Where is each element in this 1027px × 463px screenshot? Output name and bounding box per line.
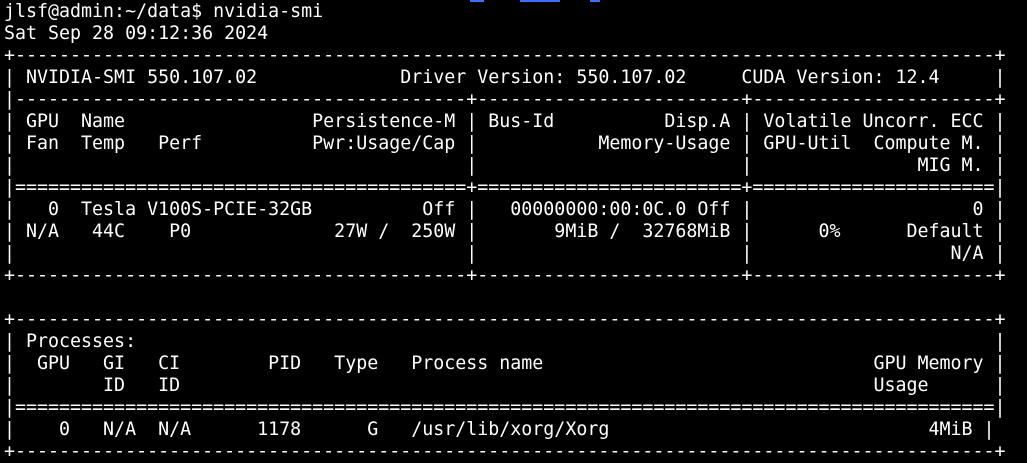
gpu-table-bottom-border: +---------------------------------------… (4, 265, 1006, 286)
process-table-header-row-1: | GPU GI CI PID Type Process name GPU Me… (4, 353, 1006, 374)
gpu-table-header-row-3: | | | MIG M. | (4, 155, 1006, 176)
gpu-table-version-row: | NVIDIA-SMI 550.107.02 Driver Version: … (4, 67, 1006, 88)
gpu-table-separator: |---------------------------------------… (4, 89, 1006, 110)
gpu-status-table: +---------------------------------------… (4, 45, 1027, 287)
process-row: | 0 N/A N/A 1178 G /usr/lib/xorg/Xorg 4M… (4, 419, 995, 440)
process-table-top-border: +---------------------------------------… (4, 309, 1006, 330)
process-table-header-row-2: | ID ID Usage | (4, 375, 1006, 396)
gpu-table-double-separator: |=======================================… (4, 177, 1006, 198)
process-table-double-separator: |=======================================… (4, 397, 1006, 418)
gpu-row-0-line-3: | | | N/A | (4, 243, 1006, 264)
process-table-bottom-border: +---------------------------------------… (4, 441, 1006, 462)
timestamp-line: Sat Sep 28 09:12:36 2024 (4, 23, 269, 44)
scrollback-artifact (470, 0, 484, 2)
terminal-window[interactable]: jlsf@admin:~/data$ nvidia-smi Sat Sep 28… (0, 0, 1027, 463)
scrollback-artifact (520, 0, 560, 2)
command-prompt: jlsf@admin:~/data$ nvidia-smi (4, 1, 324, 22)
process-table: +---------------------------------------… (4, 309, 1027, 463)
gpu-table-top-border: +---------------------------------------… (4, 45, 1006, 66)
scrollback-artifact (590, 0, 600, 2)
process-table-title: | Processes: | (4, 331, 1006, 352)
gpu-table-header-row-2: | Fan Temp Perf Pwr:Usage/Cap | Memory-U… (4, 133, 1006, 154)
gpu-table-header-row-1: | GPU Name Persistence-M | Bus-Id Disp.A… (4, 111, 1006, 132)
gpu-row-0-line-1: | 0 Tesla V100S-PCIE-32GB Off | 00000000… (4, 199, 1006, 220)
gpu-row-0-line-2: | N/A 44C P0 27W / 250W | 9MiB / 32768Mi… (4, 221, 1006, 242)
